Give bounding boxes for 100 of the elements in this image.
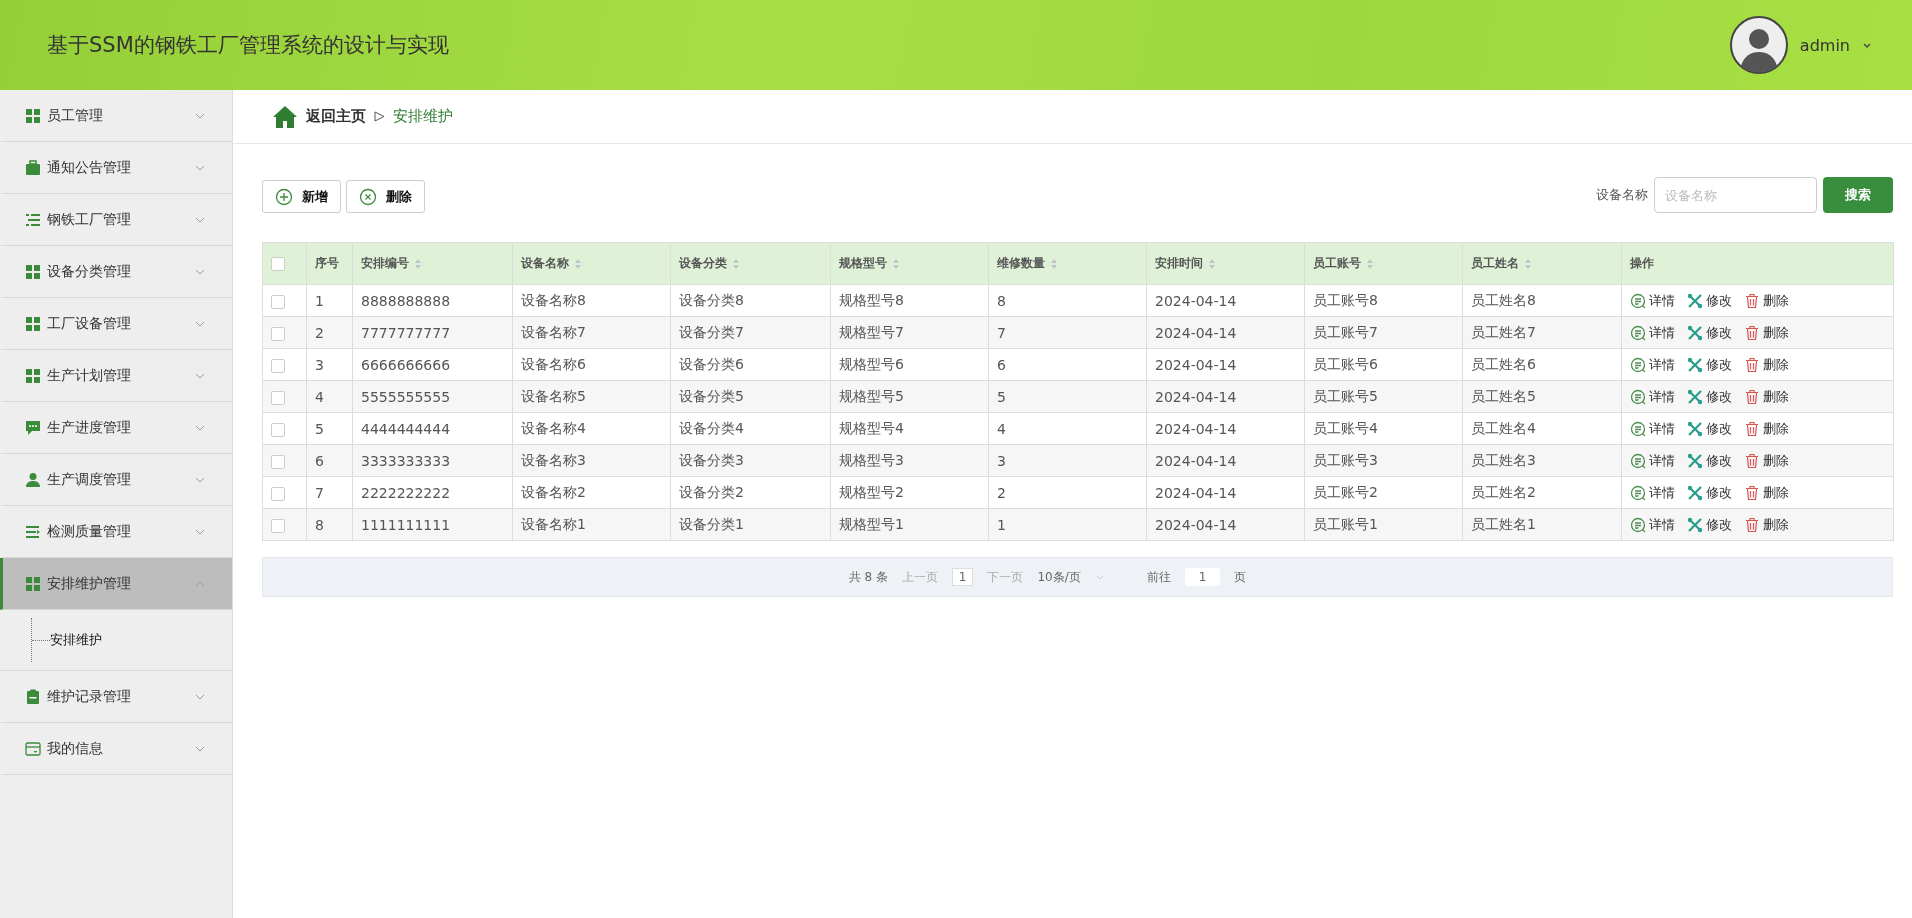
column-header[interactable]: 设备分类 (670, 242, 831, 285)
page-size-select[interactable]: 10条/页 (1037, 568, 1105, 586)
user-name[interactable]: admin (1799, 35, 1850, 55)
delete-link[interactable]: 删除 (1744, 451, 1789, 470)
detail-link[interactable]: 详情 (1630, 451, 1675, 470)
checkbox[interactable] (271, 326, 285, 341)
search-field[interactable]: 设备名称 (1654, 177, 1817, 213)
avatar[interactable] (1729, 16, 1788, 74)
submenu-item[interactable]: 安排维护 (50, 631, 102, 649)
sort-icon[interactable] (574, 257, 582, 270)
sidebar-item[interactable]: 安排维护管理 (0, 558, 232, 610)
table-cell: 5555555555 (352, 380, 513, 413)
grid-icon (25, 367, 41, 384)
table-cell: 设备名称5 (512, 380, 671, 413)
sidebar-item[interactable]: 我的信息 (0, 723, 232, 775)
detail-link[interactable]: 详情 (1630, 515, 1675, 534)
table-cell: 规格型号6 (830, 348, 989, 381)
sidebar-item[interactable]: 维护记录管理 (0, 671, 232, 723)
checkbox[interactable] (271, 390, 285, 405)
trash-icon (1744, 388, 1760, 405)
sort-icon[interactable] (1208, 257, 1216, 270)
column-header[interactable]: 员工姓名 (1462, 242, 1622, 285)
delete-link[interactable]: 删除 (1744, 419, 1789, 438)
table-cell: 1111111111 (352, 508, 513, 541)
edit-link[interactable]: 修改 (1687, 323, 1732, 342)
checkbox[interactable] (271, 454, 285, 469)
column-header[interactable]: 安排编号 (352, 242, 513, 285)
grid-icon (25, 315, 41, 332)
table-cell: 3333333333 (352, 444, 513, 477)
column-header[interactable]: 安排时间 (1146, 242, 1305, 285)
table-cell: 员工姓名4 (1462, 412, 1622, 445)
tools-icon (1687, 516, 1703, 533)
delete-link[interactable]: 删除 (1744, 515, 1789, 534)
detail-link[interactable]: 详情 (1630, 419, 1675, 438)
table-cell: 员工姓名2 (1462, 476, 1622, 509)
checkbox[interactable] (271, 422, 285, 437)
detail-link[interactable]: 详情 (1630, 355, 1675, 374)
column-header[interactable]: 设备名称 (512, 242, 671, 285)
delete-button[interactable]: 删除 (346, 180, 425, 213)
sort-icon[interactable] (1366, 257, 1374, 270)
search-label: 设备名称 (1596, 186, 1648, 204)
table-cell: 1 (988, 508, 1147, 541)
sidebar-item[interactable]: 生产进度管理 (0, 402, 232, 454)
checkbox[interactable] (271, 256, 285, 271)
column-header[interactable]: 维修数量 (988, 242, 1147, 285)
checkbox[interactable] (271, 358, 285, 373)
column-header: 序号 (306, 242, 353, 285)
total-count: 共 8 条 (848, 568, 888, 586)
column-header[interactable]: 员工账号 (1304, 242, 1463, 285)
checkbox[interactable] (271, 518, 285, 533)
delete-link[interactable]: 删除 (1744, 323, 1789, 342)
page-number[interactable]: 1 (951, 568, 974, 586)
column-header[interactable]: 规格型号 (830, 242, 989, 285)
edit-link[interactable]: 修改 (1687, 483, 1732, 502)
sort-icon[interactable] (892, 257, 900, 270)
home-icon[interactable] (272, 104, 298, 129)
sort-icon[interactable] (732, 257, 740, 270)
sidebar-item[interactable]: 生产调度管理 (0, 454, 232, 506)
sidebar-item[interactable]: 工厂设备管理 (0, 298, 232, 350)
table-cell: 7 (988, 316, 1147, 349)
detail-link[interactable]: 详情 (1630, 291, 1675, 310)
sort-icon[interactable] (1050, 257, 1058, 270)
edit-link[interactable]: 修改 (1687, 419, 1732, 438)
table-cell: 7 (306, 476, 353, 509)
sidebar-item[interactable]: 钢铁工厂管理 (0, 194, 232, 246)
trash-icon (1744, 516, 1760, 533)
delete-link[interactable]: 删除 (1744, 483, 1789, 502)
sort-icon[interactable] (414, 257, 422, 270)
edit-link[interactable]: 修改 (1687, 387, 1732, 406)
edit-link[interactable]: 修改 (1687, 355, 1732, 374)
delete-link[interactable]: 删除 (1744, 387, 1789, 406)
grid-icon (25, 263, 41, 280)
edit-link[interactable]: 修改 (1687, 515, 1732, 534)
edit-link[interactable]: 修改 (1687, 291, 1732, 310)
detail-link[interactable]: 详情 (1630, 483, 1675, 502)
goto-field[interactable]: 1 (1184, 568, 1221, 586)
delete-link[interactable]: 删除 (1744, 291, 1789, 310)
trash-icon (1744, 292, 1760, 309)
table-cell: 规格型号8 (830, 284, 989, 317)
table-cell: 4444444444 (352, 412, 513, 445)
sidebar-item[interactable]: 通知公告管理 (0, 142, 232, 194)
sidebar-item[interactable]: 设备分类管理 (0, 246, 232, 298)
sidebar-item[interactable]: 员工管理 (0, 90, 232, 142)
sidebar-item[interactable]: 生产计划管理 (0, 350, 232, 402)
search-button[interactable]: 搜索 (1823, 177, 1893, 213)
table-cell: 8888888888 (352, 284, 513, 317)
breadcrumb-link[interactable]: 返回主页 (306, 107, 366, 126)
detail-link[interactable]: 详情 (1630, 387, 1675, 406)
tools-icon (1687, 324, 1703, 341)
table-cell: 设备分类6 (670, 348, 831, 381)
delete-link[interactable]: 删除 (1744, 355, 1789, 374)
detail-link[interactable]: 详情 (1630, 323, 1675, 342)
checkbox[interactable] (271, 486, 285, 501)
checkbox[interactable] (271, 294, 285, 309)
detail-icon (1630, 324, 1646, 341)
sort-icon[interactable] (1524, 257, 1532, 270)
goto-label: 前往 (1146, 568, 1171, 586)
table-cell: 2024-04-14 (1146, 316, 1305, 349)
add-button[interactable]: 新增 (262, 180, 341, 213)
edit-link[interactable]: 修改 (1687, 451, 1732, 470)
